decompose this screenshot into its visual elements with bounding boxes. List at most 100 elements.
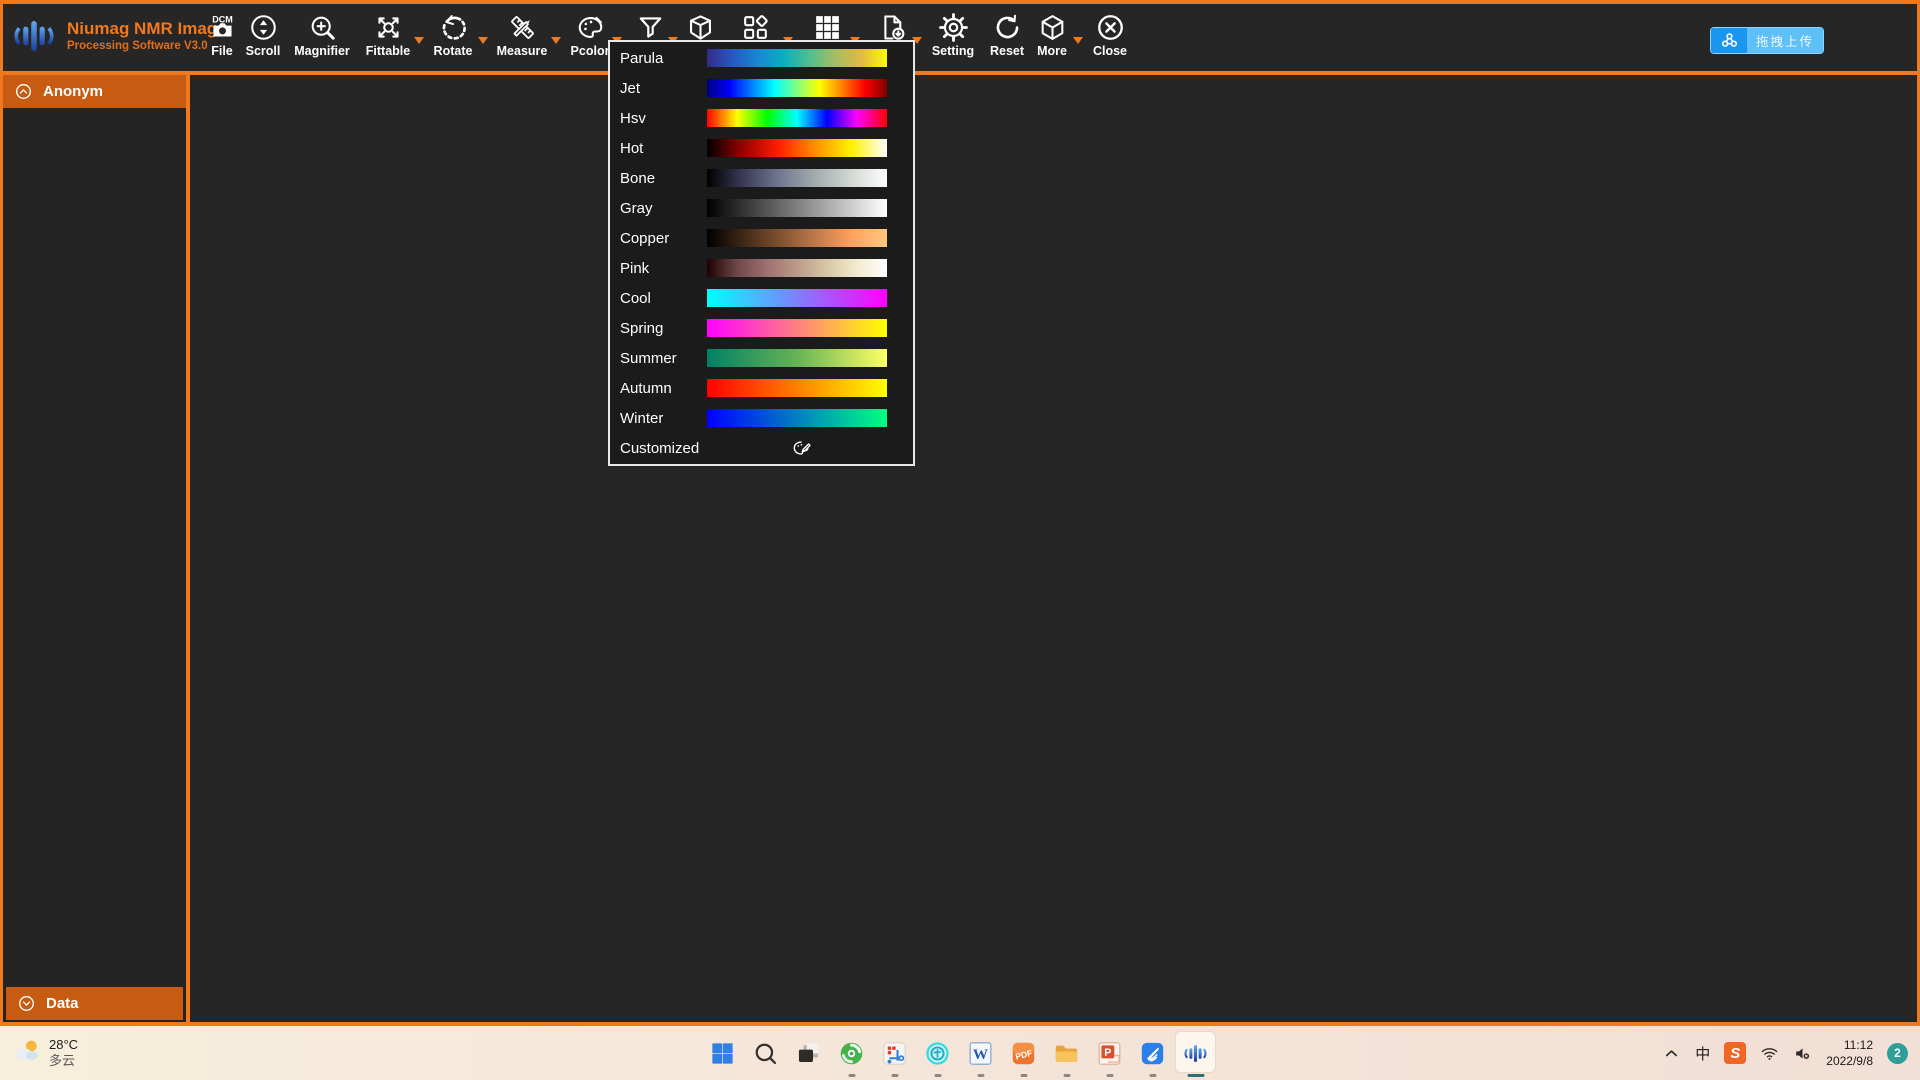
close-circle-icon: [1071, 10, 1149, 44]
running-app-indicator: [1106, 1074, 1113, 1077]
colormap-gradient-bar: [707, 259, 887, 277]
colormap-menu-item-hsv[interactable]: Hsv: [610, 103, 913, 133]
file-explorer-icon: [1053, 1040, 1080, 1067]
sidebar-section-anonym[interactable]: Anonym: [3, 75, 186, 108]
taskbar-app-task-view[interactable]: [787, 1026, 830, 1080]
word-icon: W: [967, 1040, 994, 1067]
weather-temperature: 28°C: [49, 1037, 78, 1053]
toolbar-button-label: Measure: [483, 44, 561, 58]
sidebar-section-data[interactable]: Data: [6, 987, 183, 1020]
weather-condition: 多云: [49, 1053, 78, 1069]
notification-count-badge[interactable]: 2: [1887, 1043, 1908, 1064]
sogou-input-icon[interactable]: S: [1724, 1042, 1746, 1064]
colormap-name: Parula: [620, 50, 663, 67]
taskbar-app-windows-start[interactable]: [701, 1026, 744, 1080]
colormap-menu-item-autumn[interactable]: Autumn: [610, 373, 913, 403]
sun-cloud-icon: [12, 1036, 42, 1071]
running-app-indicator: [891, 1074, 898, 1077]
colormap-menu-item-bone[interactable]: Bone: [610, 163, 913, 193]
colormap-name: Cool: [620, 290, 651, 307]
toolbar-button-measure[interactable]: Measure: [483, 10, 561, 58]
running-app-indicator: [1020, 1074, 1027, 1077]
powerpoint-icon: P: [1096, 1040, 1123, 1067]
taskbar-app-file-explorer[interactable]: [1045, 1026, 1088, 1080]
taskbar-app-health-app[interactable]: [916, 1026, 959, 1080]
wing-app-icon: [1139, 1040, 1166, 1067]
colormap-name: Bone: [620, 170, 655, 187]
colormap-name: Jet: [620, 80, 640, 97]
nmr-app-icon: [1182, 1040, 1209, 1067]
colormap-name: Summer: [620, 350, 677, 367]
colormap-gradient-bar: [707, 409, 887, 427]
colormap-gradient-bar: [707, 169, 887, 187]
colormap-menu-item-cool[interactable]: Cool: [610, 283, 913, 313]
colormap-menu-item-hot[interactable]: Hot: [610, 133, 913, 163]
tray-chevron-up-icon[interactable]: [1662, 1044, 1681, 1063]
colormap-name: Gray: [620, 200, 653, 217]
toolbar-button-close[interactable]: Close: [1071, 10, 1149, 58]
colormap-gradient-bar: [707, 289, 887, 307]
svg-text:P: P: [1104, 1046, 1111, 1058]
chevron-up-circle-icon: [14, 82, 33, 101]
wifi-icon[interactable]: [1760, 1044, 1779, 1063]
toolbar-button-rotate[interactable]: Rotate: [414, 10, 492, 58]
colormap-name: Autumn: [620, 380, 672, 397]
window-border-top: [0, 0, 1920, 4]
window-border-bottom: [0, 1022, 1920, 1026]
colormap-menu-item-winter[interactable]: Winter: [610, 403, 913, 433]
weather-widget[interactable]: 28°C 多云: [12, 1026, 78, 1080]
toolbar-button-label: Rotate: [414, 44, 492, 58]
clock-widget[interactable]: 11:12 2022/9/8: [1826, 1037, 1873, 1069]
colormap-name: Spring: [620, 320, 663, 337]
taskbar-app-search[interactable]: [744, 1026, 787, 1080]
colormap-name: Customized: [620, 440, 699, 457]
running-app-indicator: [934, 1074, 941, 1077]
drag-upload-button[interactable]: 拖拽上传: [1710, 27, 1824, 54]
upload-button-label: 拖拽上传: [1747, 28, 1823, 53]
pdf-reader-icon: PDF: [1010, 1040, 1037, 1067]
nmr-logo-icon: [10, 12, 58, 60]
taskbar-app-powerpoint[interactable]: P: [1088, 1026, 1131, 1080]
taskbar-app-screenshot-tool[interactable]: [873, 1026, 916, 1080]
pcolor-colormap-menu: Parula Jet HsvHot Bone Gray Copper Pink Cool Spr…: [608, 40, 915, 466]
colormap-gradient-bar: [707, 109, 887, 127]
tray-date: 2022/9/8: [1826, 1053, 1873, 1069]
colormap-menu-item-pink[interactable]: Pink: [610, 253, 913, 283]
chevron-down-circle-icon: [17, 994, 36, 1013]
anonym-section-label: Anonym: [43, 83, 103, 100]
search-icon: [752, 1040, 779, 1067]
screenshot-tool-icon: [881, 1040, 908, 1067]
running-app-indicator: [1063, 1074, 1070, 1077]
colormap-gradient-bar: [707, 199, 887, 217]
running-app-indicator: [1149, 1074, 1156, 1077]
taskbar-app-pdf-reader[interactable]: PDF: [1002, 1026, 1045, 1080]
toolbar-bottom-border: [0, 71, 1920, 75]
colormap-menu-item-summer[interactable]: Summer: [610, 343, 913, 373]
colormap-gradient-bar: [707, 79, 887, 97]
colormap-gradient-bar: [707, 319, 887, 337]
colormap-menu-item-jet[interactable]: Jet: [610, 73, 913, 103]
colormap-gradient-bar: [707, 379, 887, 397]
taskbar-app-nmr-app[interactable]: [1174, 1026, 1217, 1080]
active-app-indicator: [1187, 1074, 1204, 1077]
toolbar: Niumag NMR Image Processing Software V3.…: [3, 4, 1917, 71]
taskbar-app-browser-360[interactable]: [830, 1026, 873, 1080]
colormap-name: Copper: [620, 230, 669, 247]
task-view-icon: [795, 1040, 822, 1067]
colormap-menu-item-customized[interactable]: Customized: [610, 433, 913, 463]
taskbar-app-word[interactable]: W: [959, 1026, 1002, 1080]
window-border-left: [0, 4, 3, 1022]
sidebar: Anonym Data: [3, 75, 186, 1022]
palette-edit-icon: [791, 437, 813, 459]
colormap-menu-item-parula[interactable]: Parula: [610, 43, 913, 73]
ime-indicator[interactable]: 中: [1695, 1043, 1710, 1064]
taskbar-app-wing-app[interactable]: [1131, 1026, 1174, 1080]
colormap-gradient-bar: [707, 349, 887, 367]
colormap-menu-item-gray[interactable]: Gray: [610, 193, 913, 223]
colormap-name: Pink: [620, 260, 649, 277]
health-app-icon: [924, 1040, 951, 1067]
colormap-menu-item-copper[interactable]: Copper: [610, 223, 913, 253]
speaker-muted-icon[interactable]: [1793, 1044, 1812, 1063]
colormap-menu-item-spring[interactable]: Spring: [610, 313, 913, 343]
windows-start-icon: [709, 1040, 736, 1067]
